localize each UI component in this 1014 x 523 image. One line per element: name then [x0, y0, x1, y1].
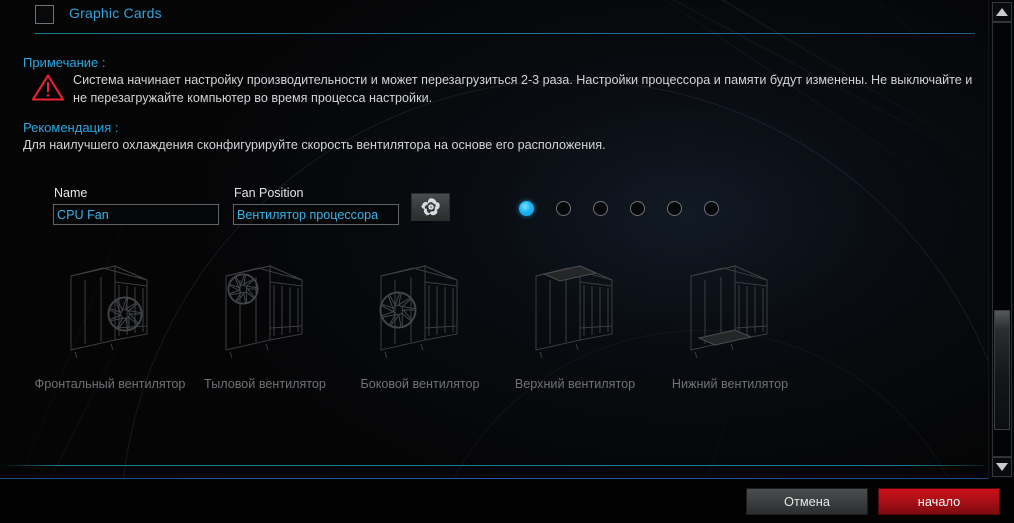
fan-position-option-bottom[interactable]: Нижний вентилятор [650, 252, 810, 402]
recommendation-title: Рекомендация : [23, 120, 119, 135]
fan-name-input[interactable] [53, 204, 219, 225]
fan-step-radio-1[interactable] [556, 201, 571, 216]
graphic-cards-checkbox[interactable] [35, 5, 54, 24]
case-bottom-label: Нижний вентилятор [671, 377, 789, 391]
fan-position-label: Fan Position [234, 186, 304, 200]
start-button[interactable]: начало [878, 488, 1000, 515]
case-bottom-icon [675, 252, 785, 362]
fan-position-gallery: Фронтальный вентилятор Тыловой вентилято… [30, 252, 860, 402]
fan-step-radio-3[interactable] [630, 201, 645, 216]
case-front-icon [55, 252, 165, 362]
footer-divider-teal [0, 465, 985, 466]
vertical-scrollbar[interactable] [988, 0, 1014, 479]
fan-position-input[interactable] [233, 204, 399, 225]
main-content-area: Graphic Cards Примечание : Система начин… [0, 0, 985, 479]
triangle-down-icon [996, 463, 1008, 471]
scrollbar-thumb[interactable] [994, 310, 1010, 430]
fan-step-radio-group [519, 201, 749, 219]
case-side-icon [365, 252, 475, 362]
scroll-up-button[interactable] [992, 2, 1012, 22]
case-front-label: Фронтальный вентилятор [34, 377, 186, 391]
header-divider [35, 33, 975, 34]
fan-position-option-side[interactable]: Боковой вентилятор [340, 252, 500, 402]
fan-step-radio-0[interactable] [519, 201, 534, 216]
fan-step-radio-2[interactable] [593, 201, 608, 216]
case-top-label: Верхний вентилятор [514, 377, 636, 391]
case-top-icon [520, 252, 630, 362]
recommendation-text: Для наилучшего охлаждения сконфигурируйт… [23, 138, 606, 152]
graphic-cards-label: Graphic Cards [69, 5, 162, 21]
scroll-down-button[interactable] [992, 457, 1012, 477]
warning-triangle-icon [31, 73, 65, 102]
triangle-up-icon [996, 8, 1008, 16]
cancel-button[interactable]: Отмена [746, 488, 868, 515]
note-title: Примечание : [23, 55, 106, 70]
fan-step-radio-4[interactable] [667, 201, 682, 216]
fan-position-option-rear[interactable]: Тыловой вентилятор [185, 252, 345, 402]
fan-position-option-top[interactable]: Верхний вентилятор [495, 252, 655, 402]
fan-step-radio-5[interactable] [704, 201, 719, 216]
case-rear-label: Тыловой вентилятор [204, 377, 326, 391]
case-side-label: Боковой вентилятор [360, 377, 480, 391]
fan-name-label: Name [54, 186, 88, 200]
fan-configuration-window: Graphic Cards Примечание : Система начин… [0, 0, 1014, 523]
fan-spiral-icon [420, 198, 440, 216]
fan-position-option-front[interactable]: Фронтальный вентилятор [30, 252, 190, 402]
footer-bar: Отмена начало [0, 479, 1014, 523]
note-text: Система начинает настройку производитель… [73, 73, 973, 105]
case-rear-icon [210, 252, 320, 362]
graphic-cards-header: Graphic Cards [0, 0, 985, 34]
fan-spiral-icon-button[interactable] [411, 193, 450, 221]
